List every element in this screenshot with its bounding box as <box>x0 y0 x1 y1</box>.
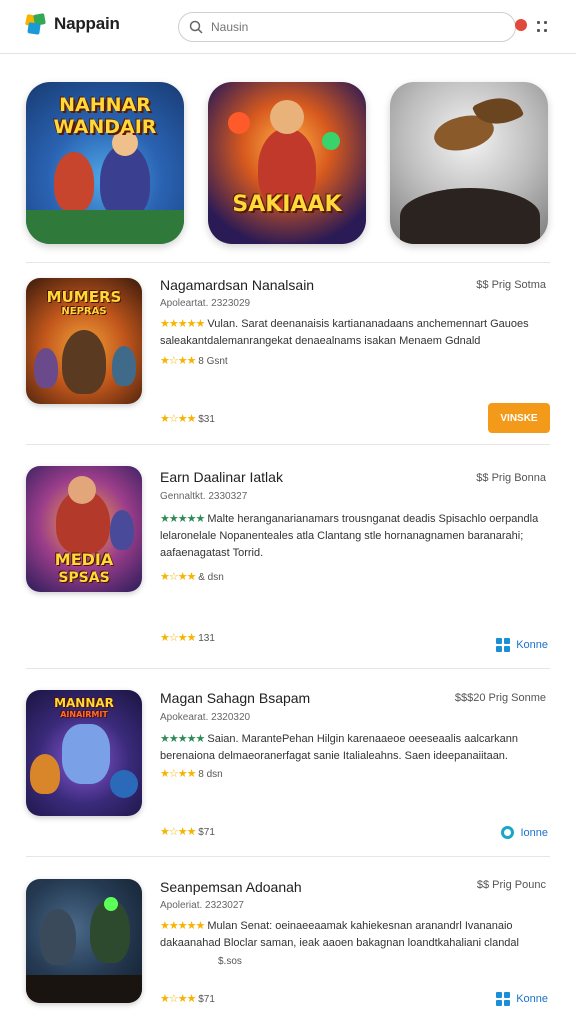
description-text: Mulan Senat: oeinaeeaamak kahiekesnan ar… <box>160 920 519 949</box>
rating-stars: ★★★★★ <box>160 513 205 525</box>
publish-date: Apokearat. 2320320 <box>160 712 251 723</box>
rating-row: $.sos <box>218 956 242 967</box>
app-name: Nappain <box>54 14 120 33</box>
featured-game-tile-3[interactable] <box>390 82 548 244</box>
rating-row: ★☆★★ 8 Gsnt <box>160 354 228 367</box>
game-title[interactable]: Earn Daalinar Iatlak <box>160 469 283 485</box>
game-description: ★★★★★ Mulan Senat: oeinaeeaamak kahiekes… <box>160 918 540 952</box>
rating-row: ★☆★★ $71 <box>160 992 215 1005</box>
rating-row: ★☆★★ 131 <box>160 631 215 644</box>
featured-title-line: WANDAIR <box>53 116 157 138</box>
price-label: $$ Prig Pounc <box>476 879 546 891</box>
featured-game-tile-2[interactable]: SAKIAAK <box>208 82 366 244</box>
game-thumbnail[interactable]: MUMERS NEPRAS <box>26 278 142 404</box>
publish-date: Apoleartat. 2323029 <box>160 298 251 309</box>
store-link-label: Konne <box>516 639 548 651</box>
rating-stars: ★☆★★ <box>160 632 196 644</box>
publish-date: Gennaltkt. 2330327 <box>160 491 248 502</box>
price-label: $$ Prig Sotma <box>476 279 546 291</box>
game-thumbnail[interactable] <box>26 879 142 1003</box>
store-link-label: Ionne <box>520 826 548 839</box>
game-description: ★★★★★ Saian. MarantePehan Hilgin karenaa… <box>160 731 540 765</box>
windows-store-link[interactable]: Konne <box>496 992 548 1006</box>
description-text: Saian. MarantePehan Hilgin karenaaeoe oe… <box>160 733 519 762</box>
apps-grid-icon[interactable] <box>537 21 549 33</box>
thumbnail-subtitle: SPSAS <box>58 570 110 586</box>
publish-date: Apoleriat. 2323027 <box>160 900 244 911</box>
featured-title-line: NAHNAR <box>59 94 151 116</box>
thumbnail-title: MEDIA <box>54 550 114 569</box>
windows-icon <box>496 638 511 652</box>
rating-value: $31 <box>198 414 215 425</box>
windows-icon <box>496 992 511 1006</box>
game-thumbnail[interactable]: MEDIA SPSAS <box>26 466 142 592</box>
rating-stars: ★☆★★ <box>160 413 196 425</box>
rating-stars: ★☆★★ <box>160 355 196 367</box>
rating-stars: ★★★★★ <box>160 733 205 745</box>
rating-stars: ★★★★★ <box>160 318 205 330</box>
rating-row: ★☆★★ $71 <box>160 825 215 838</box>
store-link[interactable]: Ionne <box>501 826 548 839</box>
game-title[interactable]: Nagamardsan Nanalsain <box>160 277 314 293</box>
game-thumbnail[interactable]: MANNAR AINAIRMIT <box>26 690 142 816</box>
notification-icon[interactable] <box>515 19 527 31</box>
rating-value: 131 <box>198 633 215 644</box>
divider <box>26 856 550 857</box>
price-label: $$ Prig Bonna <box>476 472 546 484</box>
app-logo[interactable]: Nappain <box>24 12 120 36</box>
rating-count: & dsn <box>198 572 224 583</box>
rating-count: 8 Gsnt <box>198 356 228 367</box>
game-title[interactable]: Seanpemsan Adoanah <box>160 879 302 895</box>
featured-title-line: SAKIAAK <box>232 192 342 217</box>
search-input[interactable] <box>211 20 471 34</box>
rating-row: ★☆★★ 8 dsn <box>160 767 223 780</box>
rating-stars: ★☆★★ <box>160 768 196 780</box>
rating-row: ★☆★★ $31 <box>160 412 215 425</box>
rating-stars: ★☆★★ <box>160 571 196 583</box>
price-label: $$$20 Prig Sonme <box>454 692 546 704</box>
thumbnail-title: MANNAR <box>54 696 114 710</box>
divider <box>26 262 550 263</box>
game-description: ★★★★★ Vulan. Sarat deenanaisis kartianan… <box>160 316 540 350</box>
search-bar[interactable] <box>178 12 516 42</box>
store-link-label: Konne <box>516 993 548 1005</box>
game-title[interactable]: Magan Sahagn Bsapam <box>160 690 310 706</box>
divider <box>26 444 550 445</box>
rating-count: 8 dsn <box>198 769 223 780</box>
game-description: ★★★★★ Malte heranganarianamars trousngan… <box>160 511 540 562</box>
description-text: Vulan. Sarat deenanaisis kartiananadaans… <box>160 318 529 347</box>
description-text: Malte heranganarianamars trousnganat dea… <box>160 513 539 559</box>
install-button[interactable]: VINSKE <box>488 403 550 433</box>
rating-stars: ★☆★★ <box>160 826 196 838</box>
windows-store-link[interactable]: Konne <box>496 638 548 652</box>
rating-value: $71 <box>198 827 215 838</box>
rating-row: ★☆★★ & dsn <box>160 570 224 583</box>
rating-stars: ★★★★★ <box>160 920 205 932</box>
thumbnail-subtitle: NEPRAS <box>61 306 107 317</box>
store-icon <box>501 826 515 839</box>
rating-count: $.sos <box>218 956 242 967</box>
divider <box>26 668 550 669</box>
thumbnail-title: MUMERS <box>46 288 122 306</box>
rating-stars: ★☆★★ <box>160 993 196 1005</box>
rating-value: $71 <box>198 994 215 1005</box>
thumbnail-subtitle: AINAIRMIT <box>60 710 108 719</box>
app-logo-icon <box>24 12 48 36</box>
featured-game-tile-1[interactable]: NAHNAR WANDAIR <box>26 82 184 244</box>
top-app-bar: Nappain <box>0 0 576 54</box>
search-icon <box>189 20 203 34</box>
